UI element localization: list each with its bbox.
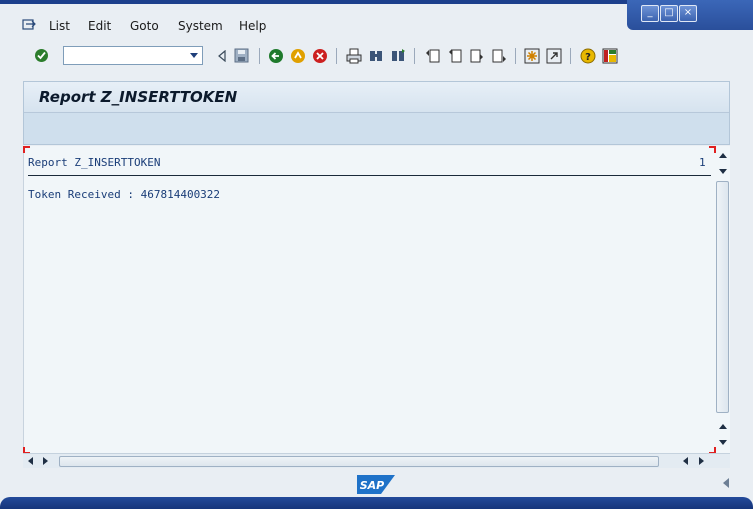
scroll-down-icon[interactable] (719, 169, 727, 174)
report-list: Report Z_INSERTTOKEN 1 Token Received : … (23, 146, 730, 453)
page-title: Report Z_INSERTTOKEN (39, 88, 238, 106)
system-menu-icon[interactable] (22, 19, 36, 31)
next-page-icon[interactable] (468, 47, 485, 64)
first-page-icon[interactable] (424, 47, 441, 64)
chevron-down-icon[interactable] (190, 53, 198, 58)
back-icon[interactable] (213, 47, 230, 64)
maximize-button[interactable]: □ (660, 5, 678, 22)
scroll-up-icon[interactable] (719, 153, 727, 158)
svg-text:?: ? (585, 52, 591, 63)
horizontal-scrollbar[interactable] (23, 453, 730, 468)
menu-bar: List Edit Goto System Help (0, 14, 630, 38)
header-divider (28, 175, 711, 176)
save-icon[interactable] (233, 47, 250, 64)
close-button[interactable]: × (679, 5, 697, 22)
command-input[interactable] (64, 47, 190, 64)
command-field[interactable] (63, 46, 203, 65)
menu-list[interactable]: List (49, 19, 70, 33)
find-icon[interactable] (367, 47, 384, 64)
sap-logo: SAP (357, 475, 395, 494)
scroll-left-icon[interactable] (28, 457, 33, 465)
window-controls: _ □ × (627, 0, 753, 30)
standard-toolbar: ? (0, 42, 753, 70)
previous-page-icon[interactable] (446, 47, 463, 64)
menu-system[interactable]: System (178, 19, 223, 33)
enter-icon[interactable] (33, 47, 50, 64)
customize-layout-icon[interactable] (601, 47, 618, 64)
help-icon[interactable]: ? (579, 47, 596, 64)
window-bottom-border (0, 497, 753, 509)
menu-goto[interactable]: Goto (130, 19, 159, 33)
toolbar-separator (414, 48, 415, 64)
title-bar: Report Z_INSERTTOKEN (24, 82, 729, 113)
toolbar-separator (259, 48, 260, 64)
svg-text:SAP: SAP (360, 479, 385, 492)
sap-window: _ □ × List Edit Goto System Help ? Repor… (0, 0, 753, 509)
toolbar-separator (515, 48, 516, 64)
scroll-right-icon[interactable] (43, 457, 48, 465)
scroll-left-icon[interactable] (683, 457, 688, 465)
minimize-button[interactable]: _ (641, 5, 659, 22)
page-number: 1 (699, 156, 706, 169)
title-area: Report Z_INSERTTOKEN (23, 81, 730, 145)
scroll-right-icon[interactable] (699, 457, 704, 465)
list-corner-marker (23, 146, 30, 153)
last-page-icon[interactable] (490, 47, 507, 64)
vertical-scroll-thumb[interactable] (716, 181, 729, 413)
print-icon[interactable] (345, 47, 362, 64)
token-received-line[interactable]: Token Received : 467814400322 (28, 188, 220, 201)
create-session-icon[interactable] (523, 47, 540, 64)
create-shortcut-icon[interactable] (545, 47, 562, 64)
horizontal-scroll-thumb[interactable] (59, 456, 659, 467)
exit-icon[interactable] (289, 47, 306, 64)
vertical-scrollbar[interactable] (715, 146, 730, 453)
find-next-icon[interactable] (389, 47, 406, 64)
scroll-down-icon[interactable] (719, 440, 727, 445)
menu-edit[interactable]: Edit (88, 19, 111, 33)
toolbar-separator (570, 48, 571, 64)
cancel-icon[interactable] (311, 47, 328, 64)
report-header: Report Z_INSERTTOKEN (28, 156, 161, 169)
toolbar-separator (336, 48, 337, 64)
back-green-icon[interactable] (267, 47, 284, 64)
status-expand-icon[interactable] (723, 478, 729, 488)
menu-help[interactable]: Help (239, 19, 266, 33)
scroll-up-icon[interactable] (719, 424, 727, 429)
